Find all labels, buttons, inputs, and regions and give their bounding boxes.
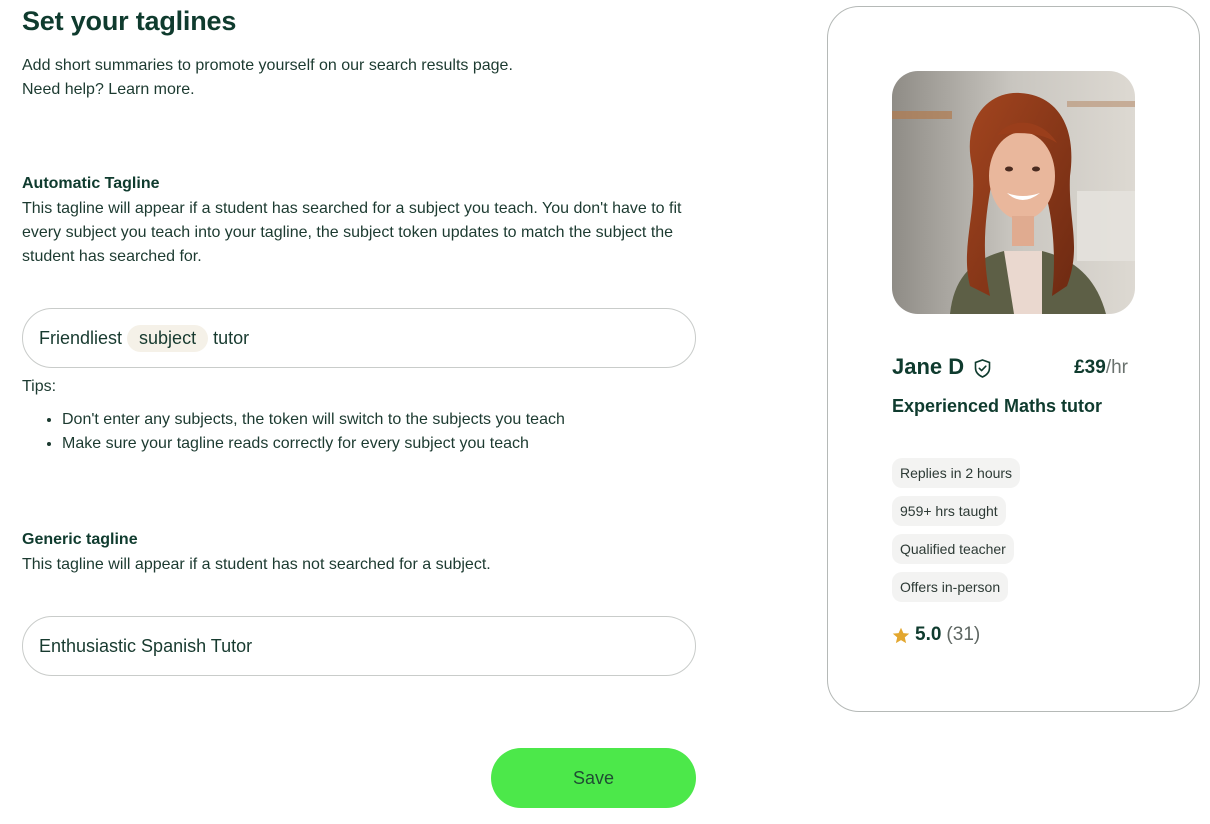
review-count: (31): [946, 624, 981, 645]
automatic-tagline-input[interactable]: Friendliest subject tutor: [22, 308, 696, 368]
intro-text: Add short summaries to promote yourself …: [22, 54, 513, 102]
rating: 5.0 (31): [892, 624, 980, 646]
badge-hours-taught: 959+ hrs taught: [892, 496, 1006, 526]
generic-tagline-field[interactable]: [22, 616, 696, 676]
tutor-preview-card: Jane D £39/hr Experienced Maths tutor Re…: [827, 6, 1200, 712]
tagline-text-after: tutor: [213, 327, 250, 348]
tips-label: Tips:: [22, 378, 57, 395]
generic-tagline-description: This tagline will appear if a student ha…: [22, 556, 491, 573]
badge-replies: Replies in 2 hours: [892, 458, 1021, 488]
learn-more-link[interactable]: Learn more.: [108, 81, 194, 98]
tip-item: Don't enter any subjects, the token will…: [62, 408, 565, 432]
tutor-name-row: Jane D £39/hr: [892, 354, 1128, 384]
verified-shield-icon: [974, 359, 991, 378]
preview-tagline: Experienced Maths tutor: [892, 396, 1103, 416]
automatic-tagline-description: This tagline will appear if a student ha…: [22, 200, 682, 265]
badge-offers-in-person: Offers in-person: [892, 572, 1009, 602]
badge-qualified-teacher: Qualified teacher: [892, 534, 1014, 564]
help-line: Need help? Learn more.: [22, 78, 513, 102]
generic-tagline-heading: Generic tagline: [22, 531, 138, 548]
save-button[interactable]: Save: [491, 748, 696, 808]
subject-token[interactable]: subject: [127, 324, 209, 352]
help-prefix: Need help?: [22, 81, 109, 98]
tutor-price: £39/hr: [1074, 357, 1128, 379]
price-amount: £39: [1074, 357, 1106, 378]
tips-list: Don't enter any subjects, the token will…: [62, 408, 565, 456]
intro-line: Add short summaries to promote yourself …: [22, 57, 513, 74]
tagline-text-before: Friendliest: [39, 327, 123, 348]
automatic-tagline-heading: Automatic Tagline: [22, 175, 160, 192]
price-unit: /hr: [1105, 357, 1128, 378]
tip-item: Make sure your tagline reads correctly f…: [62, 432, 565, 456]
rating-score: 5.0: [915, 624, 942, 645]
generic-tagline-input[interactable]: [39, 635, 679, 657]
page-title: Set your taglines: [22, 6, 237, 36]
tutor-photo: [892, 71, 1135, 314]
star-icon: [892, 627, 910, 643]
tutor-name: Jane D: [892, 354, 965, 379]
